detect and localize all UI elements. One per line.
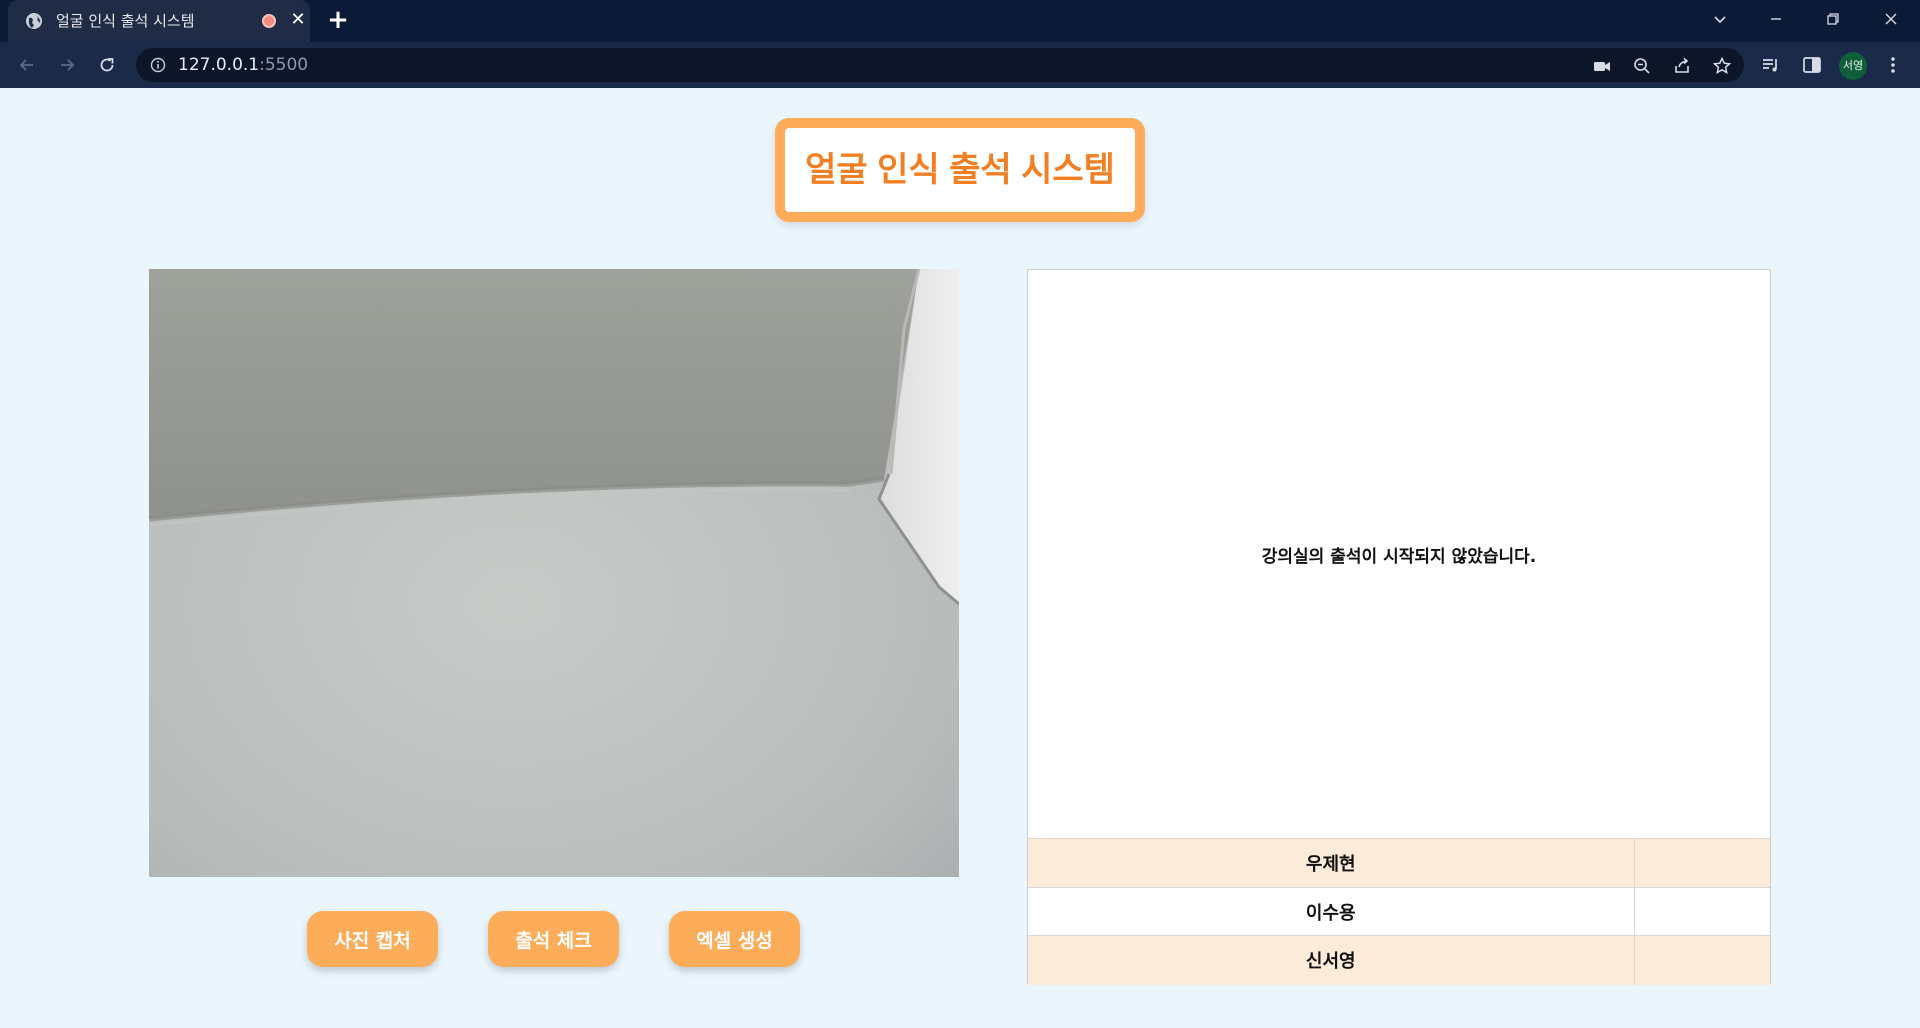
attendance-status-message: 강의실의 출석이 시작되지 않았습니다.	[1261, 546, 1537, 567]
reload-button[interactable]	[92, 50, 122, 80]
side-panel-icon[interactable]	[1801, 54, 1823, 76]
kebab-menu-icon[interactable]	[1882, 54, 1904, 76]
minimize-button[interactable]	[1755, 0, 1797, 38]
arrow-right-icon	[61, 59, 75, 71]
share-icon[interactable]	[1672, 56, 1692, 76]
capture-photo-button[interactable]: 사진 캡처	[307, 911, 438, 967]
profile-avatar[interactable]: 서영	[1839, 52, 1867, 80]
student-name-cell: 우제현	[1028, 838, 1635, 888]
browser-tab[interactable]: 얼굴 인식 출석 시스템 ✕	[8, 0, 310, 42]
url-text: 127.0.0.1:5500	[178, 55, 309, 75]
student-status-cell	[1634, 935, 1770, 985]
student-status-cell	[1634, 886, 1770, 936]
page-title: 얼굴 인식 출석 시스템	[805, 151, 1115, 189]
table-row: 우제현	[1028, 838, 1770, 888]
student-name-cell: 신서영	[1028, 935, 1635, 985]
recording-indicator-icon	[262, 14, 276, 28]
reload-icon	[100, 58, 114, 72]
globe-icon	[26, 13, 42, 29]
webcam-video	[149, 269, 959, 877]
new-tab-button[interactable]: +	[323, 6, 353, 36]
forward-button[interactable]	[52, 50, 82, 80]
excel-export-button[interactable]: 엑셀 생성	[669, 911, 800, 967]
browser-toolbar: 127.0.0.1:5500 서영	[0, 42, 1920, 88]
student-status-cell	[1634, 838, 1770, 888]
attendance-panel: 강의실의 출석이 시작되지 않았습니다. 우제현 이수용 신서영	[1027, 269, 1771, 985]
attendance-check-button[interactable]: 출석 체크	[488, 911, 619, 967]
student-table: 우제현 이수용 신서영	[1028, 838, 1770, 985]
back-button[interactable]	[12, 50, 42, 80]
page-title-box: 얼굴 인식 출석 시스템	[775, 118, 1145, 222]
arrow-left-icon	[19, 59, 33, 71]
restore-button[interactable]	[1812, 0, 1854, 38]
camera-in-use-icon[interactable]	[1592, 56, 1612, 76]
site-info-icon[interactable]	[150, 57, 166, 73]
tab-search-icon[interactable]	[1699, 0, 1741, 38]
bookmark-star-icon[interactable]	[1712, 56, 1732, 76]
browser-tabstrip: 얼굴 인식 출석 시스템 ✕ +	[0, 0, 1920, 42]
media-control-icon[interactable]	[1760, 54, 1782, 76]
close-tab-icon[interactable]: ✕	[287, 9, 309, 31]
close-window-button[interactable]	[1870, 0, 1912, 38]
zoom-out-icon[interactable]	[1632, 56, 1652, 76]
table-row: 이수용	[1028, 886, 1770, 936]
student-name-cell: 이수용	[1028, 886, 1635, 936]
tab-title: 얼굴 인식 출석 시스템	[56, 12, 195, 30]
table-row: 신서영	[1028, 935, 1770, 985]
address-bar[interactable]: 127.0.0.1:5500	[136, 48, 1744, 82]
webcam-frame-image	[149, 269, 959, 877]
